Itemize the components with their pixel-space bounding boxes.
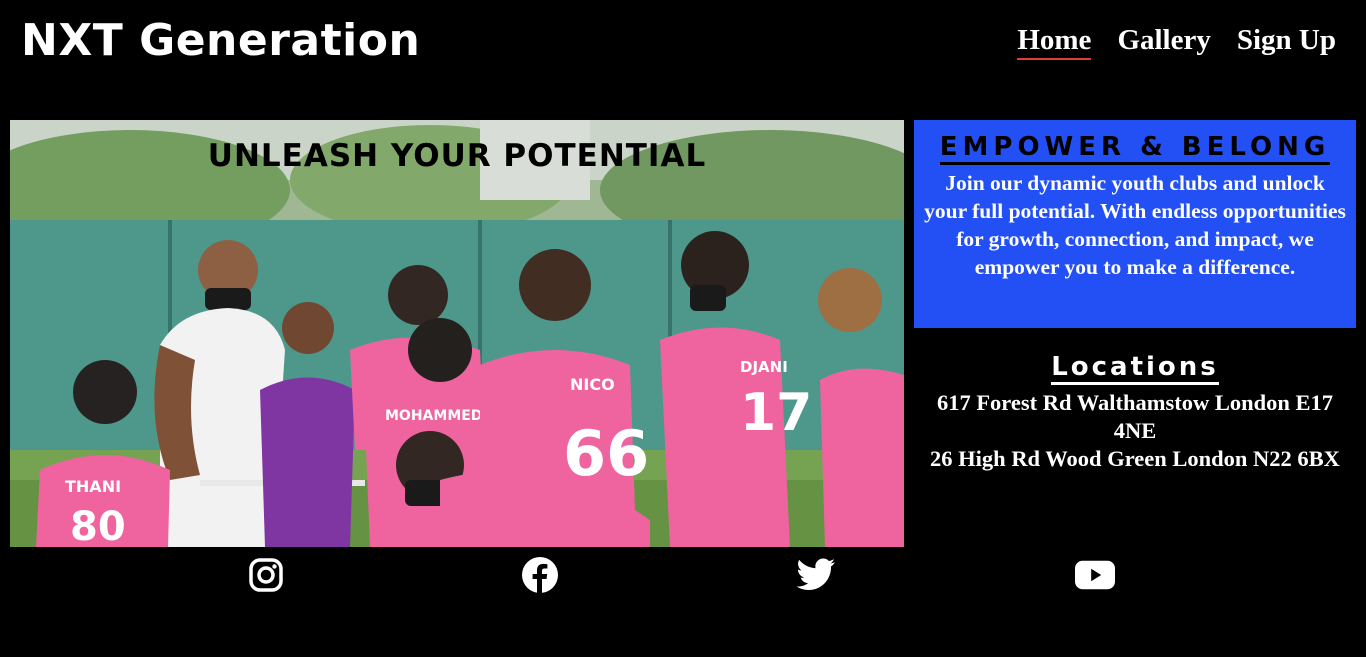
hero-banner: THANI 80 MOHAMMED NICO 66 DJANI 17 UNLEA… bbox=[10, 120, 904, 547]
facebook-link[interactable] bbox=[520, 556, 560, 594]
hero-heading: UNLEASH YOUR POTENTIAL bbox=[207, 138, 707, 174]
instagram-link[interactable] bbox=[246, 556, 286, 594]
hero-image: THANI 80 MOHAMMED NICO 66 DJANI 17 bbox=[10, 120, 904, 547]
twitter-link[interactable] bbox=[796, 556, 836, 594]
location-item: 617 Forest Rd Walthamstow London E17 4NE bbox=[936, 390, 1334, 443]
facebook-icon bbox=[522, 557, 558, 593]
twitter-icon bbox=[796, 558, 835, 590]
youtube-icon bbox=[1075, 560, 1115, 590]
locations-section: Locations 617 Forest Rd Walthamstow Lond… bbox=[914, 352, 1356, 473]
instagram-icon bbox=[249, 558, 283, 592]
empower-panel: EMPOWER & BELONG Join our dynamic youth … bbox=[914, 120, 1356, 328]
main-nav: Home Gallery Sign Up bbox=[1017, 22, 1336, 60]
empower-text: Join our dynamic youth clubs and unlock … bbox=[924, 171, 1346, 279]
locations-title: Locations bbox=[1051, 352, 1219, 385]
youtube-link[interactable] bbox=[1075, 556, 1115, 594]
nav-gallery-link[interactable]: Gallery bbox=[1117, 22, 1210, 58]
site-brand-title: NXT Generation bbox=[21, 15, 421, 66]
empower-title: EMPOWER & BELONG bbox=[939, 132, 1331, 165]
nav-signup-link[interactable]: Sign Up bbox=[1237, 22, 1336, 58]
nav-home-link[interactable]: Home bbox=[1017, 22, 1092, 60]
location-item: 26 High Rd Wood Green London N22 6BX bbox=[930, 446, 1340, 471]
